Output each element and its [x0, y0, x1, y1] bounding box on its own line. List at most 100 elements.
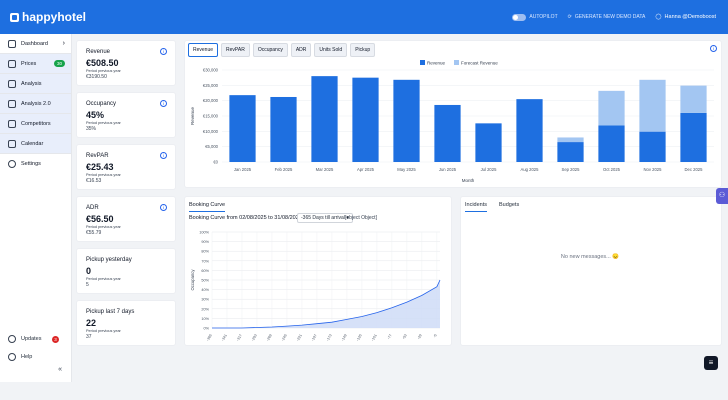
y-tick-label: €5,000 — [205, 144, 218, 149]
x-tick-label: -221 — [296, 334, 303, 342]
tab-revpar[interactable]: RevPAR — [221, 43, 250, 57]
tab-incidents[interactable]: Incidents — [465, 202, 488, 212]
revenue-bar — [680, 112, 707, 162]
revenue-bar — [516, 99, 543, 162]
info-icon[interactable]: i — [710, 45, 717, 52]
y-tick-label: 40% — [201, 288, 209, 292]
kpi-card-pickup-7-days: Pickup last 7 days 22 Period previous ye… — [76, 300, 176, 346]
sidebar-item-calendar[interactable]: Calendar — [0, 134, 71, 154]
prices-badge: 30 — [53, 60, 65, 67]
info-icon[interactable]: i — [160, 48, 167, 55]
y-tick-label: 90% — [201, 240, 209, 244]
revenue-bar — [311, 76, 338, 162]
sidebar-item-updates[interactable]: Updates 3 — [0, 330, 72, 348]
y-axis-label: Occupancy — [190, 269, 195, 291]
revenue-bar — [434, 104, 461, 162]
x-tick-label: -149 — [341, 334, 348, 342]
tab-revenue[interactable]: Revenue — [188, 43, 219, 57]
tab-budgets[interactable]: Budgets — [499, 202, 519, 212]
kpi-title: Revenue — [86, 49, 111, 55]
kpi-sub-label: Period previous year — [86, 173, 121, 177]
tab-occupancy[interactable]: Occupancy — [252, 43, 288, 57]
bell-icon — [8, 335, 16, 343]
tab-units-sold[interactable]: Units Sold — [314, 43, 348, 57]
empty-message: No new messages... 😞 — [560, 254, 620, 260]
kpi-card-adr: ADR i €56.50 Period previous year €55.79 — [76, 196, 176, 242]
kpi-sub-label: Period previous year — [86, 121, 121, 125]
y-tick-label: €20,000 — [203, 98, 219, 103]
kpi-value: €508.50 — [86, 58, 119, 68]
sidebar-item-label: Help — [21, 354, 33, 360]
y-tick-label: €15,000 — [203, 114, 219, 119]
sidebar-item-label: Dashboard — [21, 40, 48, 47]
forecast-bar — [639, 79, 666, 132]
dashboard-icon — [8, 39, 16, 48]
user-menu[interactable]: ◯ Hanna @Demoboost — [655, 14, 716, 20]
forecast-bar — [598, 90, 625, 126]
x-tick-label: Jul 2025 — [481, 167, 498, 172]
tab-pickup[interactable]: Pickup — [350, 43, 376, 57]
kpi-value: €25.43 — [86, 162, 114, 172]
x-tick-label: Jan 2025 — [234, 167, 252, 172]
help-icon — [8, 353, 16, 361]
chart-icon — [8, 79, 16, 88]
kpi-title: ADR — [86, 205, 99, 211]
x-tick-label: -293 — [251, 334, 258, 342]
revenue-bar — [352, 77, 379, 162]
info-icon[interactable]: i — [160, 100, 167, 107]
autopilot-toggle[interactable]: AUTOPILOT — [512, 13, 558, 21]
incidents-tabs: Incidents Budgets — [465, 202, 519, 212]
app-logo[interactable]: happyhotel — [10, 10, 86, 24]
kpi-previous-value: €55.79 — [86, 230, 102, 236]
collapse-sidebar-button[interactable]: « — [0, 366, 72, 382]
x-tick-label: -245 — [281, 334, 288, 342]
sidebar-item-help[interactable]: Help — [0, 348, 72, 366]
info-icon[interactable]: i — [160, 204, 167, 211]
kpi-previous-value: 5 — [86, 282, 89, 288]
kpi-value: 0 — [86, 266, 92, 276]
chart-icon — [8, 99, 16, 108]
sidebar-item-label: Analysis 2.0 — [21, 100, 51, 107]
kpi-title: RevPAR — [86, 153, 109, 159]
x-tick-label: -77 — [387, 334, 393, 341]
kpi-card-revpar: RevPAR i €25.43 Period previous year €16… — [76, 144, 176, 190]
x-tick-label: -317 — [236, 334, 243, 342]
tab-adr[interactable]: ADR — [290, 43, 312, 57]
y-tick-label: €10,000 — [203, 129, 219, 134]
sidebar-item-settings[interactable]: Settings — [0, 154, 71, 174]
updates-badge: 3 — [52, 335, 59, 343]
info-icon[interactable]: i — [160, 152, 167, 159]
legend-label: Forecast Revenue — [461, 61, 498, 66]
kpi-sub-label: Period previous year — [86, 329, 121, 333]
x-tick-label: -5 — [433, 334, 438, 339]
x-tick-label: Aug 2025 — [521, 167, 540, 172]
sidebar-item-analysis-2[interactable]: Analysis 2.0 — [0, 94, 71, 114]
x-tick-label: -173 — [326, 334, 333, 342]
sidebar-item-dashboard[interactable]: Dashboard › — [0, 34, 71, 54]
sidebar-item-label: Prices — [21, 60, 37, 67]
revenue-bar — [393, 79, 420, 162]
chevron-right-icon: › — [62, 40, 65, 47]
refresh-icon: ⟳ — [567, 14, 572, 20]
gear-icon — [8, 160, 16, 168]
sidebar-item-prices[interactable]: Prices 30 — [0, 54, 71, 74]
y-tick-label: 60% — [201, 269, 209, 273]
share-icon[interactable]: ⚇ — [716, 188, 728, 204]
x-tick-label: -365 — [206, 334, 213, 342]
user-icon: ◯ — [655, 14, 662, 20]
sidebar: Dashboard › Prices 30 Analysis Analysis … — [0, 34, 72, 382]
toggle-icon[interactable] — [512, 13, 527, 21]
sidebar-item-label: Analysis — [21, 80, 42, 87]
menu-icon[interactable]: ≡ — [704, 356, 718, 370]
sidebar-item-label: Calendar — [21, 140, 44, 147]
sidebar-item-analysis[interactable]: Analysis — [0, 74, 71, 94]
sidebar-item-competitors[interactable]: Competitors — [0, 114, 71, 134]
tab-booking-curve[interactable]: Booking Curve — [189, 202, 226, 212]
y-tick-label: 80% — [201, 250, 209, 254]
kpi-sub-label: Period previous year — [86, 225, 121, 229]
kpi-sub-label: Period previous year — [86, 277, 121, 281]
generate-demo-data-button[interactable]: ⟳ GENERATE NEW DEMO DATA — [568, 14, 646, 20]
occupancy-area — [212, 280, 440, 328]
y-tick-label: 0% — [204, 327, 210, 331]
legend-label: Revenue — [427, 61, 446, 66]
